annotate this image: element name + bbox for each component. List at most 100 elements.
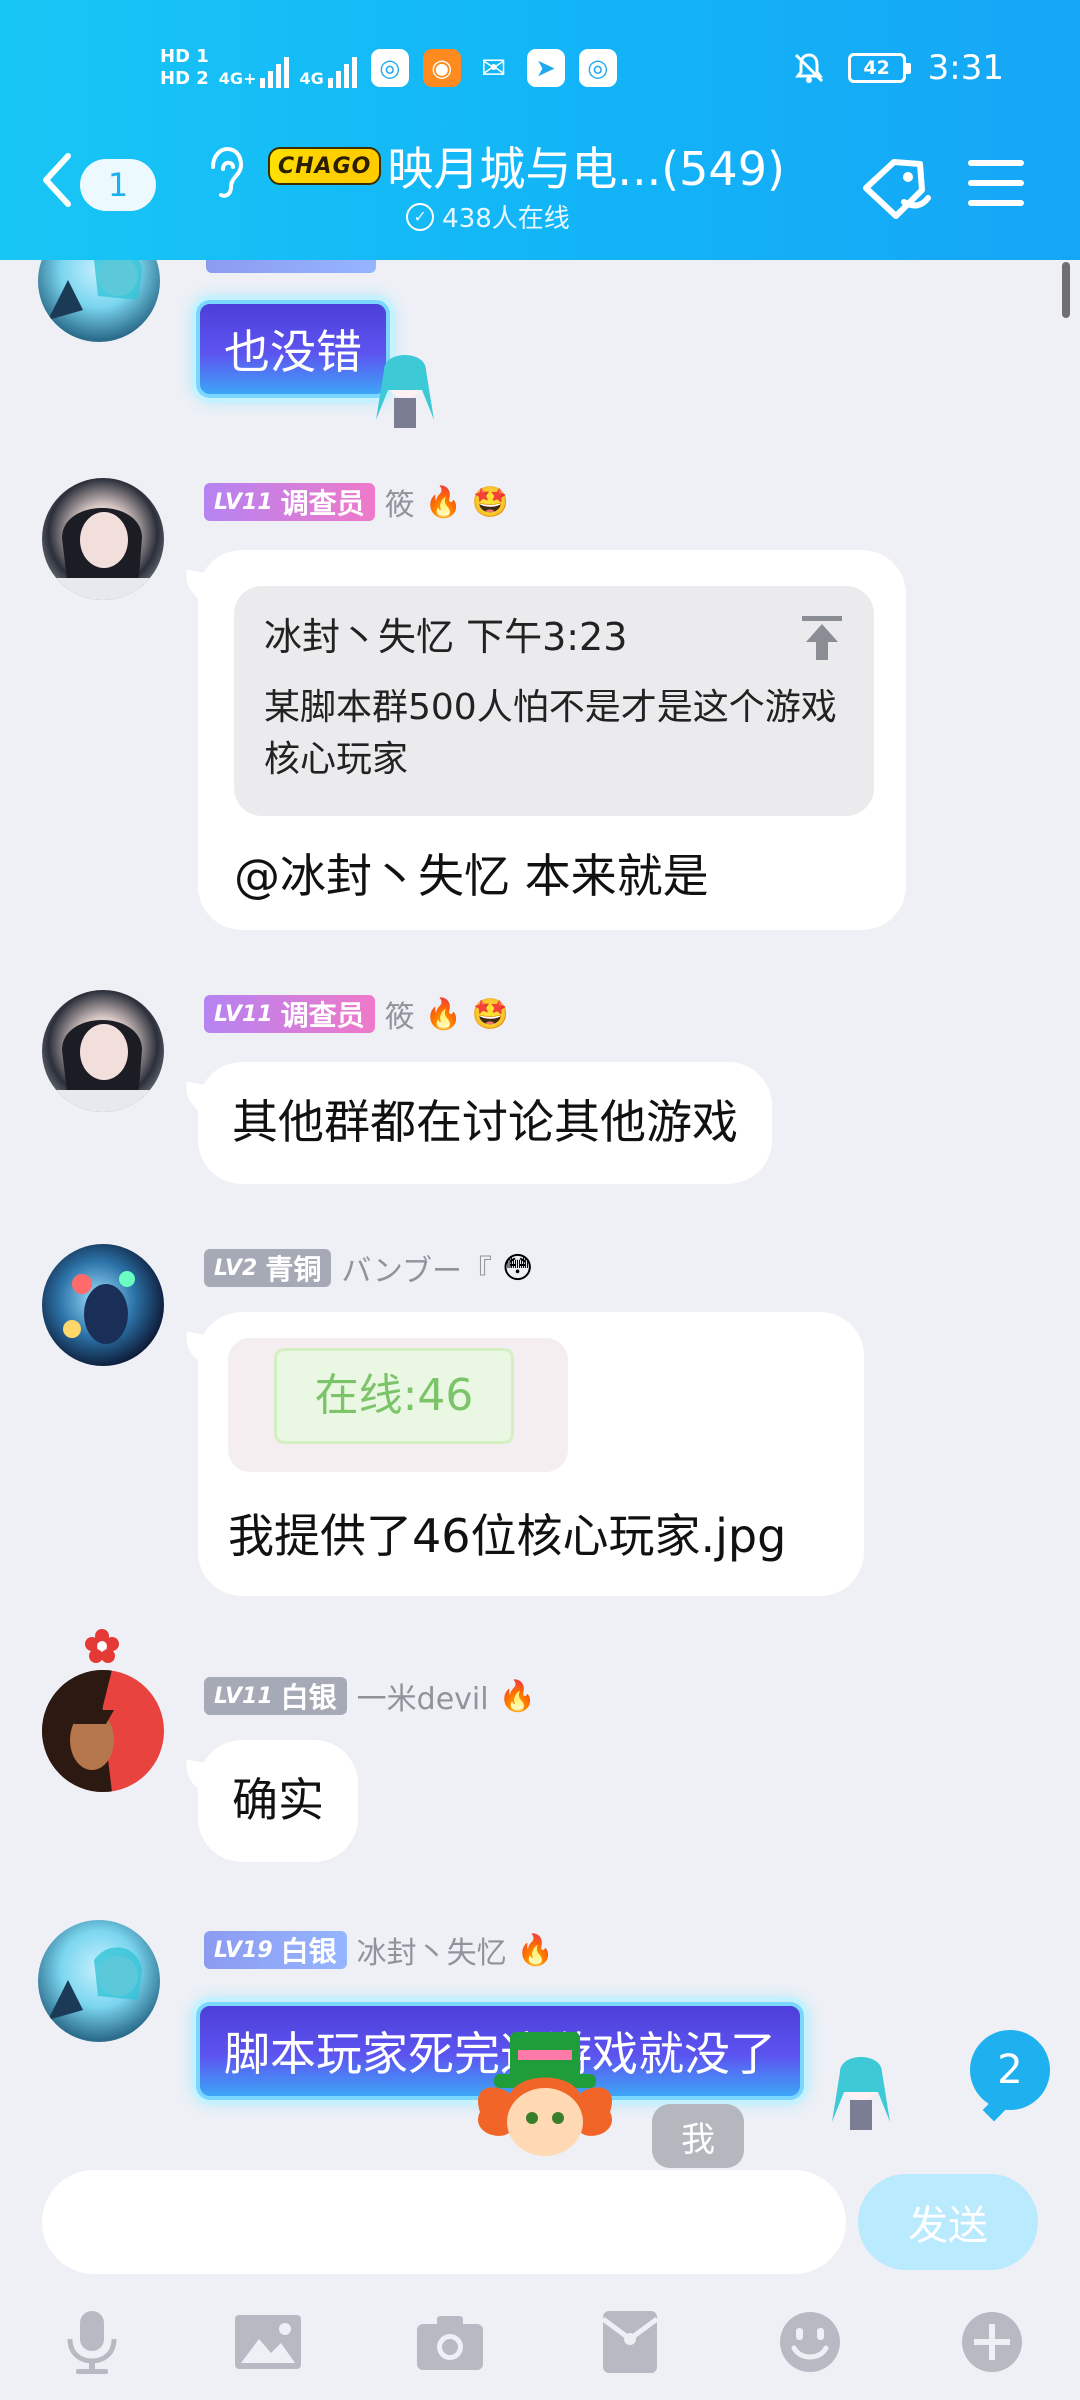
level-number: LV11 <box>214 489 273 515</box>
avatar[interactable] <box>42 990 164 1112</box>
image-content: 在线:46 <box>274 1348 514 1444</box>
level-badge: LV11 调查员 <box>204 995 375 1033</box>
level-number: LV2 <box>214 1255 258 1281</box>
battery-level: 42 <box>863 57 890 79</box>
message-bubble[interactable]: 其他群都在讨论其他游戏 <box>198 1062 772 1184</box>
online-status: ✓ 438人在线 <box>268 198 708 235</box>
sender-name[interactable]: 一米devil <box>357 1674 489 1718</box>
level-badge <box>206 260 376 273</box>
menu-icon[interactable] <box>968 160 1024 210</box>
network-type-1: 4G+ <box>218 69 257 88</box>
plus-circle-icon <box>962 2312 1022 2372</box>
app-notification-icon: ◉ <box>422 49 461 87</box>
level-title: 白银 <box>280 1681 337 1714</box>
new-message-count-button[interactable]: 2 <box>970 2030 1050 2110</box>
microphone-icon <box>67 2311 117 2374</box>
smile-icon <box>780 2312 840 2372</box>
signal-bars-icon <box>260 52 290 88</box>
sender-name[interactable]: バンブー『 <box>341 1246 492 1290</box>
signal-2: 4G <box>299 48 357 88</box>
message-text: 也没错 <box>224 325 362 379</box>
voice-button[interactable] <box>52 2304 132 2380</box>
level-badge: LV11 调查员 <box>204 483 375 521</box>
me-label: 我 <box>652 2104 744 2168</box>
jump-to-top-icon[interactable] <box>800 614 844 662</box>
sender-meta: LV11 白银 一米devil 🔥 <box>204 1674 536 1718</box>
sender-meta: LV2 青铜 バンブー『 😳 <box>204 1246 533 1290</box>
sender-meta: LV11 调查员 筱 🔥 🤩 <box>204 992 509 1036</box>
camera-button[interactable] <box>410 2304 490 2380</box>
qq-notification-icon: ◎ <box>370 49 409 87</box>
emoji-button[interactable] <box>770 2304 850 2380</box>
level-badge: LV11 白银 <box>204 1677 347 1715</box>
signal-1: 4G+ <box>219 48 290 88</box>
tag-icon[interactable] <box>858 150 938 230</box>
quote-author-time: 冰封丶失忆 下午3:23 <box>264 615 628 659</box>
level-number: LV11 <box>214 1001 273 1027</box>
hd2-label: HD 2 <box>160 68 209 89</box>
send-button[interactable]: 发送 <box>858 2174 1038 2270</box>
message-bubble[interactable]: 确实 <box>198 1740 358 1862</box>
group-name: 映月城与电...(549) <box>387 142 785 196</box>
unread-count: 1 <box>80 159 156 211</box>
level-title: 调查员 <box>280 487 365 520</box>
signal-bars-icon <box>327 52 357 88</box>
status-right: 42 3:31 <box>792 40 1004 96</box>
status-left: HD 1 HD 2 4G+ 4G ◎ ◉ ✉ ➤ ◎ <box>160 38 617 98</box>
sender-name[interactable]: 筱 <box>385 480 415 524</box>
avatar[interactable] <box>42 1244 164 1366</box>
chevron-left-icon <box>40 152 80 218</box>
avatar[interactable] <box>42 1670 164 1792</box>
avatar[interactable] <box>38 1920 160 2042</box>
ear-icon[interactable] <box>200 145 250 205</box>
hd-indicator: HD 1 HD 2 <box>160 46 209 90</box>
online-count: 438人在线 <box>442 204 570 234</box>
message-text: @冰封丶失忆 本来就是 <box>234 849 709 903</box>
miku-sticker-icon <box>832 2057 890 2130</box>
flame-icon: 🔥 🤩 <box>424 996 509 1032</box>
chevron-down-circle-icon: ✓ <box>406 202 435 231</box>
quote-text: 某脚本群500人怕不是才是这个游戏核心玩家 <box>264 687 837 780</box>
flame-icon: 🔥 <box>498 1678 536 1714</box>
avatar[interactable] <box>42 478 164 600</box>
flushed-emoji-icon: 😳 <box>501 1250 534 1286</box>
red-packet-icon <box>601 2311 659 2373</box>
sender-name[interactable]: 冰封丶失忆 <box>357 1928 507 1972</box>
level-number: LV11 <box>214 1683 273 1709</box>
chat-screen: HD 1 HD 2 4G+ 4G ◎ ◉ ✉ ➤ ◎ 42 3:31 1 CHA… <box>0 0 1080 2400</box>
title-row: CHAGO 映月城与电...(549) <box>268 136 848 196</box>
level-title: 调查员 <box>280 999 365 1032</box>
message-bubble[interactable]: 也没错 <box>196 300 390 398</box>
network-type-2: 4G <box>299 69 324 88</box>
sender-meta-cut <box>206 260 376 276</box>
level-title: 青铜 <box>265 1253 322 1286</box>
message-bubble[interactable]: 冰封丶失忆 下午3:23 某脚本群500人怕不是才是这个游戏核心玩家 @冰封丶失… <box>198 550 906 930</box>
message-bubble[interactable]: 在线:46 我提供了46位核心玩家.jpg <box>198 1312 864 1596</box>
avatar[interactable] <box>38 260 160 342</box>
mascot-sticker-icon[interactable] <box>460 2022 630 2170</box>
message-list[interactable]: 也没错 LV11 调查员 筱 🔥 🤩 冰封丶失忆 下午3:23 某脚本群500人… <box>0 260 1080 2170</box>
level-badge: LV19 白银 <box>204 1931 347 1969</box>
image-button[interactable] <box>228 2304 308 2380</box>
sender-meta: LV11 调查员 筱 🔥 🤩 <box>204 480 509 524</box>
scrollbar[interactable] <box>1062 262 1070 318</box>
image-icon <box>235 2315 301 2369</box>
group-title[interactable]: CHAGO 映月城与电...(549) ✓ 438人在线 <box>268 136 848 246</box>
image-text: 在线:46 <box>314 1370 474 1421</box>
image-thumbnail[interactable]: 在线:46 <box>228 1338 568 1472</box>
quoted-message[interactable]: 冰封丶失忆 下午3:23 某脚本群500人怕不是才是这个游戏核心玩家 <box>234 586 874 816</box>
message-input[interactable] <box>42 2170 846 2274</box>
red-packet-button[interactable] <box>590 2304 670 2380</box>
group-badge: CHAGO <box>268 147 382 185</box>
new-message-count: 2 <box>997 2047 1023 2093</box>
input-toolbar <box>0 2290 1080 2390</box>
sender-name[interactable]: 筱 <box>385 992 415 1036</box>
message-text: 我提供了46位核心玩家.jpg <box>228 1509 787 1563</box>
miku-sticker-icon <box>376 355 434 428</box>
sender-meta: LV19 白银 冰封丶失忆 🔥 <box>204 1928 554 1972</box>
hd1-label: HD 1 <box>160 46 209 67</box>
back-button[interactable]: 1 <box>40 150 170 220</box>
more-button[interactable] <box>952 2304 1032 2380</box>
flame-icon: 🔥 🤩 <box>424 484 509 520</box>
header: HD 1 HD 2 4G+ 4G ◎ ◉ ✉ ➤ ◎ 42 3:31 1 CHA… <box>0 0 1080 260</box>
